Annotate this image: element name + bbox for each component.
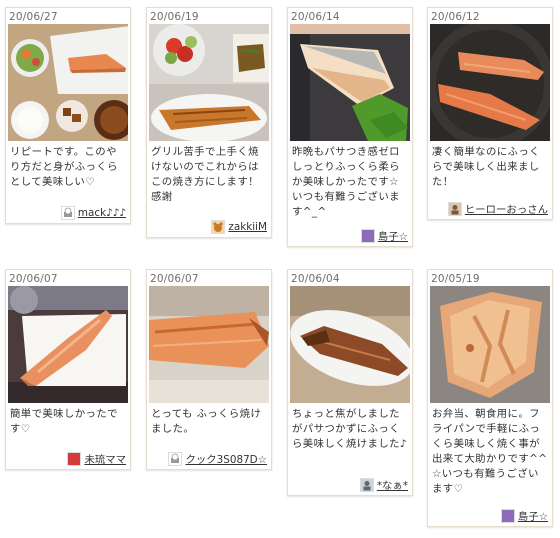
tsukurepo-card[interactable]: 20/06/19 グリル苦手で上手く焼けないのでこれからはこの焼き方にします！感…	[146, 7, 272, 238]
report-comment: とっても ふっくら焼けました。	[151, 408, 262, 435]
post-date: 20/06/07	[9, 273, 58, 285]
tsukurepo-card[interactable]: 20/06/04 ちょっと焦がしましたがパサつかずにふっくら美味しく焼けました♪…	[287, 269, 413, 496]
tsukurepo-card[interactable]: 20/06/27 リピートです。このやり方だと身がふっくらとして美味しい♡ ma…	[5, 7, 131, 224]
tsukurepo-card[interactable]: 20/06/07 とっても ふっくら焼けました。 クック3S087D☆	[146, 269, 272, 470]
dish-photo[interactable]	[430, 24, 550, 141]
post-date: 20/06/04	[291, 273, 340, 285]
cooking-avatar-icon	[60, 206, 75, 220]
author-link[interactable]: 未琉ママ	[67, 451, 126, 466]
author-link[interactable]: *なぁ*	[359, 477, 408, 492]
red-avatar-icon	[67, 451, 82, 466]
author-name[interactable]: ヒーローおっさん	[465, 201, 548, 216]
tsukurepo-card[interactable]: 20/06/07 簡単で美味しかったです♡ 未琉ママ	[5, 269, 131, 470]
purple-avatar-icon	[500, 508, 515, 523]
bear-avatar-icon	[211, 220, 226, 234]
author-name[interactable]: 未琉ママ	[84, 451, 126, 466]
report-comment: ちょっと焦がしましたがパサつかずにふっくら美味しく焼けました♪	[292, 408, 407, 450]
post-date: 20/06/07	[150, 273, 199, 285]
author-link[interactable]: zakkiiM	[211, 220, 267, 234]
tsukurepo-card[interactable]: 20/06/14 昨晩もパサつき感ゼロしっとりふっくら柔らか美味しかったです☆い…	[287, 7, 413, 247]
purple-avatar-icon	[360, 228, 375, 243]
post-date: 20/06/27	[9, 11, 58, 23]
report-comment: 昨晩もパサつき感ゼロしっとりふっくら柔らか美味しかったです☆いつも有難うございま…	[292, 146, 400, 218]
post-date: 20/06/14	[291, 11, 340, 23]
author-name[interactable]: 島子☆	[518, 508, 548, 523]
dish-photo[interactable]	[8, 286, 128, 403]
author-name[interactable]: zakkiiM	[228, 221, 267, 233]
report-comment: グリル苦手で上手く焼けないのでこれからはこの焼き方にします！感謝	[151, 146, 259, 203]
report-comment: 凄く簡単なのにふっくらで美味しく出来ました！	[432, 146, 540, 188]
report-comment: リピートです。このやり方だと身がふっくらとして美味しい♡	[10, 146, 118, 188]
tsukurepo-card[interactable]: 20/05/19 お弁当、朝食用に。フライパンで手軽にふっくら美味しく焼く事が出…	[427, 269, 553, 527]
dish-photo[interactable]	[290, 286, 410, 403]
report-comment: お弁当、朝食用に。フライパンで手軽にふっくら美味しく焼く事が出来て大助かりです^…	[432, 408, 548, 495]
dish-photo[interactable]	[149, 286, 269, 403]
author-name[interactable]: クック3S087D☆	[185, 451, 267, 466]
person-avatar-icon	[447, 201, 462, 216]
person-avatar-icon	[359, 477, 374, 492]
post-date: 20/06/12	[431, 11, 480, 23]
report-comment: 簡単で美味しかったです♡	[10, 408, 118, 435]
cooking-avatar-icon	[168, 451, 183, 466]
dish-photo[interactable]	[290, 24, 410, 141]
author-link[interactable]: 島子☆	[500, 508, 548, 523]
dish-photo[interactable]	[8, 24, 128, 141]
dish-photo[interactable]	[430, 286, 550, 403]
post-date: 20/05/19	[431, 273, 480, 285]
author-link[interactable]: mack♪♪♪	[60, 206, 126, 220]
author-name[interactable]: 島子☆	[378, 228, 408, 243]
tsukurepo-card[interactable]: 20/06/12 凄く簡単なのにふっくらで美味しく出来ました！ ヒーローおっさん	[427, 7, 553, 220]
dish-photo[interactable]	[149, 24, 269, 141]
author-link[interactable]: ヒーローおっさん	[447, 201, 548, 216]
author-link[interactable]: クック3S087D☆	[168, 451, 267, 466]
author-link[interactable]: 島子☆	[360, 228, 408, 243]
post-date: 20/06/19	[150, 11, 199, 23]
author-name[interactable]: mack♪♪♪	[78, 207, 126, 219]
author-name[interactable]: *なぁ*	[377, 477, 408, 492]
